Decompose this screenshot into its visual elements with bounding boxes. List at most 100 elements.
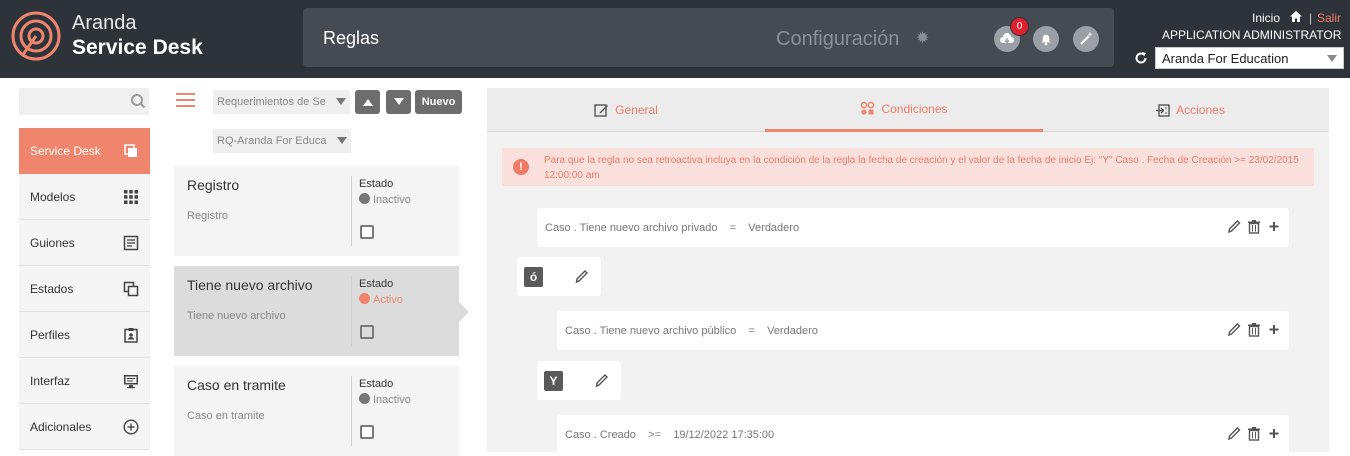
trash-icon[interactable]	[1247, 219, 1261, 234]
plus-icon[interactable]	[1267, 426, 1281, 441]
tab-label: Condiciones	[881, 101, 948, 116]
sidebar-item-label: Perfiles	[30, 328, 71, 342]
rule-card-caso-en-tramite[interactable]: Caso en tramite Caso en tramite Estado I…	[174, 366, 459, 456]
category-dropdown[interactable]: Requerimientos de Se	[213, 90, 350, 114]
condition-row: Caso . Tiene nuevo archivo privado = Ver…	[537, 208, 1289, 247]
arrow-down-icon	[393, 98, 404, 105]
operator-badge[interactable]: Y	[544, 371, 563, 391]
project-select-value: Aranda For Education	[1162, 51, 1289, 66]
home-link[interactable]: Inicio	[1252, 11, 1280, 25]
sidebar-item-label: Guiones	[30, 236, 75, 250]
rule-title: Registro	[187, 177, 240, 193]
new-rule-button[interactable]: Nuevo	[415, 90, 462, 114]
rule-card-tiene-nuevo-archivo[interactable]: Tiene nuevo archivo Tiene nuevo archivo …	[174, 266, 459, 356]
home-icon[interactable]	[1289, 10, 1303, 23]
condition-actions	[1227, 322, 1281, 337]
sidebar-item-label: Interfaz	[30, 374, 71, 388]
project-select[interactable]: Aranda For Education	[1155, 47, 1344, 69]
operator-badge[interactable]: ó	[524, 267, 543, 287]
rule-card-registro[interactable]: Registro Registro Estado Inactivo	[174, 166, 459, 256]
pencil-icon[interactable]	[594, 373, 609, 388]
sidebar-item-interfaz[interactable]: Interfaz	[19, 358, 150, 404]
logic-operator-and: Y	[537, 361, 621, 400]
sidebar-item-modelos[interactable]: Modelos	[19, 174, 150, 220]
sidebar-item-label: Estados	[30, 282, 74, 296]
pencil-icon[interactable]	[1227, 322, 1241, 337]
plus-icon[interactable]	[1267, 219, 1281, 234]
pencil-icon[interactable]	[574, 269, 589, 284]
pencil-icon[interactable]	[1227, 219, 1241, 234]
top-bar: Aranda Service Desk Reglas Configuración…	[0, 0, 1350, 78]
config-label[interactable]: Configuración	[776, 28, 899, 51]
alert-text: Para que la regla no sea retroactiva inc…	[544, 155, 1299, 181]
hamburger-menu-icon[interactable]	[176, 93, 195, 107]
divider	[351, 276, 352, 346]
notifications-button[interactable]	[1033, 26, 1059, 52]
sidebar-item-service-desk[interactable]: Service Desk	[19, 128, 150, 174]
search-icon[interactable]	[130, 93, 146, 109]
sidebar-nav: Service Desk Modelos Guiones Estados Per…	[19, 128, 150, 450]
magic-wand-button[interactable]	[1073, 26, 1099, 52]
trash-icon[interactable]	[1247, 426, 1261, 441]
rule-status-text: Activo	[373, 294, 403, 306]
divider	[351, 376, 352, 446]
status-dot-icon	[359, 393, 370, 404]
move-down-button[interactable]	[386, 90, 411, 114]
condition-text: Caso . Tiene nuevo archivo público = Ver…	[565, 325, 818, 337]
rule-status: Inactivo	[359, 393, 411, 406]
sidebar-item-adicionales[interactable]: Adicionales	[19, 404, 150, 450]
chevron-down-icon	[336, 98, 346, 105]
tab-general[interactable]: General	[487, 88, 765, 132]
actions-icon	[1156, 103, 1170, 117]
copy-icon	[123, 281, 139, 297]
edit-square-icon	[594, 103, 609, 117]
rule-subtitle: Registro	[187, 210, 228, 222]
sidebar-item-label: Modelos	[30, 190, 76, 204]
module-header: Reglas Configuración ✹ 0	[303, 8, 1114, 67]
sidebar-item-label: Adicionales	[30, 420, 92, 434]
logout-link[interactable]: Salir	[1317, 11, 1341, 25]
sidebar-item-perfiles[interactable]: Perfiles	[19, 312, 150, 358]
rule-checkbox[interactable]	[360, 225, 374, 239]
divider	[351, 176, 352, 246]
refresh-icon[interactable]	[1134, 51, 1148, 65]
gear-icon: ✹	[916, 30, 930, 47]
retroactive-warning: ! Para que la regla no sea retroactiva i…	[502, 148, 1314, 186]
rule-estado-label: Estado	[359, 278, 394, 290]
project-dropdown[interactable]: RQ-Aranda For Educa	[213, 129, 351, 153]
project-dropdown-value: RQ-Aranda For Educa	[217, 135, 327, 147]
sidebar-item-estados[interactable]: Estados	[19, 266, 150, 312]
plus-circle-icon	[123, 419, 139, 435]
detail-tabs: General Condiciones Acciones	[487, 88, 1329, 132]
chevron-down-icon	[1327, 55, 1337, 62]
rule-checkbox[interactable]	[360, 325, 374, 339]
page-title: Reglas	[323, 28, 380, 48]
grid-icon	[124, 190, 138, 204]
move-up-button[interactable]	[355, 90, 380, 114]
status-dot-icon	[359, 293, 370, 304]
condition-actions	[1227, 219, 1281, 234]
condition-actions	[1227, 426, 1281, 441]
alert-icon: !	[513, 159, 529, 175]
condition-text: Caso . Creado >= 19/12/2022 17:35:00	[565, 429, 775, 441]
rule-estado-label: Estado	[359, 178, 394, 190]
tab-acciones[interactable]: Acciones	[1051, 88, 1329, 132]
rule-checkbox[interactable]	[360, 425, 374, 439]
rule-estado-label: Estado	[359, 378, 394, 390]
magic-wand-icon	[1080, 32, 1093, 45]
rule-subtitle: Caso en tramite	[187, 410, 265, 422]
rule-status-text: Inactivo	[373, 194, 411, 206]
trash-icon[interactable]	[1247, 322, 1261, 337]
rule-status: Activo	[359, 293, 403, 306]
rule-detail-panel: General Condiciones Acciones ! Para que …	[487, 88, 1329, 454]
monitor-icon	[124, 375, 138, 389]
aranda-logo	[11, 11, 61, 61]
rule-title: Tiene nuevo archivo	[187, 277, 313, 293]
clipboard-icon	[124, 328, 138, 343]
pencil-icon[interactable]	[1227, 426, 1241, 441]
tab-condiciones[interactable]: Condiciones	[765, 88, 1043, 132]
rule-status: Inactivo	[359, 193, 411, 206]
plus-icon[interactable]	[1267, 322, 1281, 337]
brand-name: Aranda	[72, 12, 137, 34]
sidebar-item-guiones[interactable]: Guiones	[19, 220, 150, 266]
